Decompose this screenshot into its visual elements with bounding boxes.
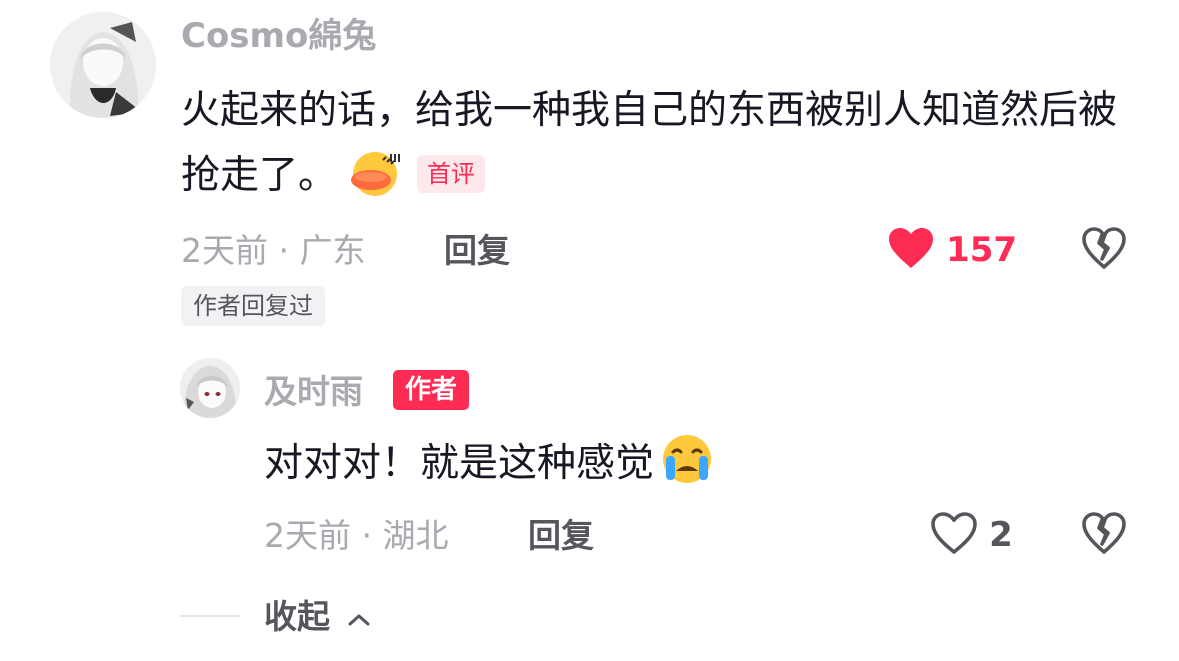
reply-like-button[interactable]: 2 xyxy=(930,511,1013,559)
reply-reply-button[interactable]: 回复 xyxy=(528,514,594,558)
reply-username[interactable]: 及时雨 xyxy=(264,370,363,414)
avatar-image xyxy=(180,358,240,418)
reply-time-location: 2天前 · 湖北 xyxy=(264,516,449,555)
crying-emoji-icon xyxy=(658,432,716,506)
reply-body: 对对对！就是这种感觉 xyxy=(264,432,716,506)
comment-like-count: 157 xyxy=(946,230,1018,270)
comment-like-button[interactable]: 157 xyxy=(887,226,1017,274)
heart-outline-icon xyxy=(930,511,978,559)
reply-dislike-button[interactable] xyxy=(1080,510,1128,562)
collapse-label: 收起 xyxy=(264,597,330,636)
broken-heart-icon xyxy=(1080,510,1128,562)
duck-emoji-icon xyxy=(347,150,407,218)
comment-time-location: 2天前 · 广东 xyxy=(181,231,366,270)
reply-text: 对对对！就是这种感觉 xyxy=(264,441,655,486)
author-avatar[interactable] xyxy=(180,358,240,418)
comment-text: 火起来的话，给我一种我自己的东西被别人知道然后被抢走了。 xyxy=(181,88,1118,198)
commenter-avatar[interactable] xyxy=(50,12,156,118)
comment-body: 火起来的话，给我一种我自己的东西被别人知道然后被抢走了。 首评 xyxy=(181,78,1141,218)
reply-like-count: 2 xyxy=(989,515,1013,555)
collapse-divider xyxy=(180,615,240,617)
avatar-image xyxy=(50,12,156,118)
heart-filled-icon xyxy=(887,226,935,274)
chevron-up-icon xyxy=(346,597,372,641)
comment-reply-button[interactable]: 回复 xyxy=(444,229,510,273)
first-comment-badge: 首评 xyxy=(417,155,486,193)
comment-dislike-button[interactable] xyxy=(1080,225,1128,277)
author-badge: 作者 xyxy=(393,370,470,410)
commenter-username[interactable]: Cosmo綿兔 xyxy=(181,14,376,58)
broken-heart-icon xyxy=(1080,225,1128,277)
collapse-replies-button[interactable]: 收起 xyxy=(264,595,372,641)
author-replied-tag: 作者回复过 xyxy=(181,286,325,326)
